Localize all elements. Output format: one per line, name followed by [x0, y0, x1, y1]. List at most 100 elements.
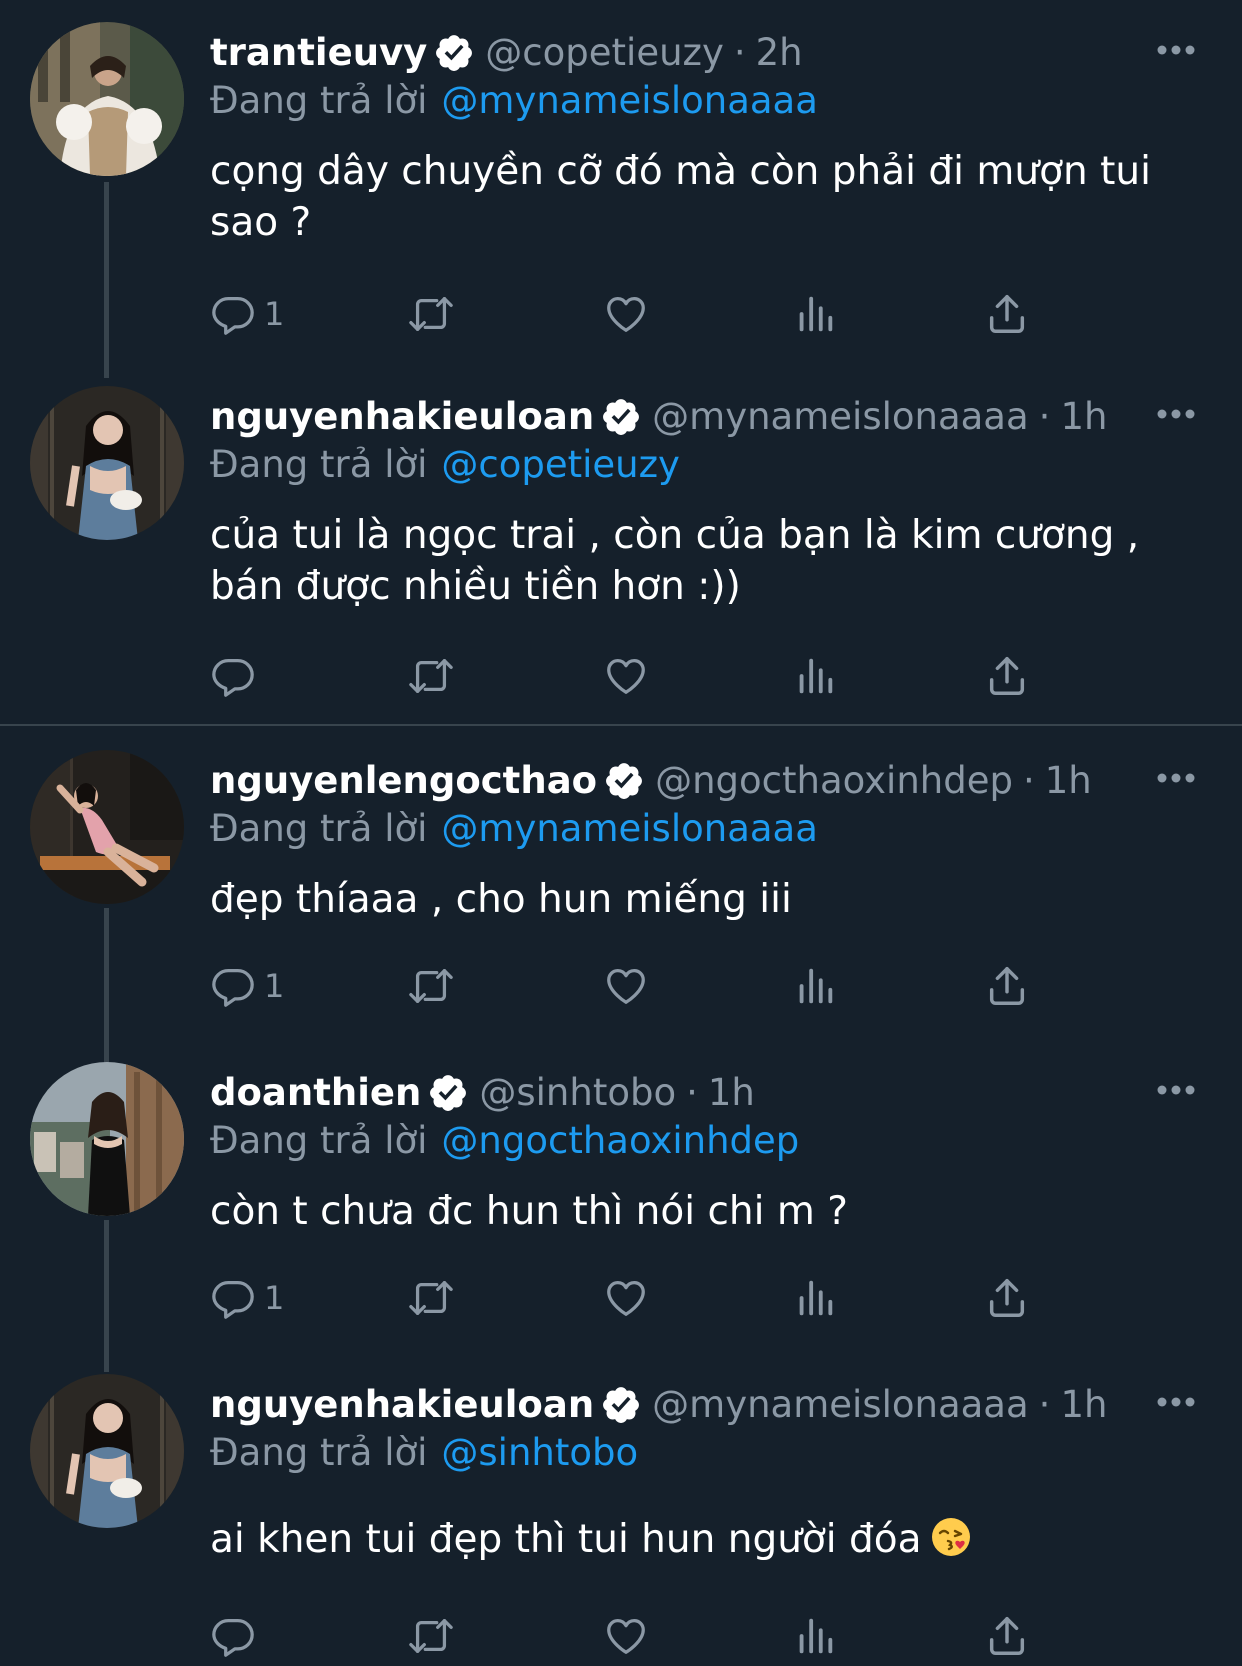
- share-button[interactable]: [984, 646, 1030, 706]
- mention-link[interactable]: @mynameislonaaaa: [441, 79, 818, 122]
- timestamp[interactable]: 1h: [1060, 1380, 1107, 1430]
- tweet[interactable]: nguyenlengocthao @ngocthaoxinhdep · 1h Đ…: [0, 728, 1242, 1038]
- avatar[interactable]: [30, 1374, 184, 1528]
- replying-to-label: Đang trả lời: [210, 807, 428, 850]
- display-name[interactable]: nguyenlengocthao: [210, 756, 597, 806]
- timestamp[interactable]: 1h: [1045, 756, 1092, 806]
- retweet-button[interactable]: [406, 956, 456, 1016]
- timestamp[interactable]: 2h: [756, 28, 803, 78]
- timestamp[interactable]: 1h: [1060, 392, 1107, 442]
- action-bar: [210, 1606, 1110, 1666]
- views-button[interactable]: [792, 956, 838, 1016]
- avatar[interactable]: [30, 750, 184, 904]
- verified-icon: [427, 1072, 469, 1114]
- share-button[interactable]: [984, 284, 1030, 344]
- like-icon: [603, 963, 649, 1009]
- separator-dot: ·: [1022, 759, 1035, 802]
- share-icon: [984, 653, 1030, 699]
- views-button[interactable]: [792, 646, 838, 706]
- views-button[interactable]: [792, 284, 838, 344]
- share-button[interactable]: [984, 1606, 1030, 1666]
- kissing-face-emoji: [930, 1516, 972, 1558]
- replying-to-label: Đang trả lời: [210, 1119, 428, 1162]
- action-bar: [210, 646, 1110, 706]
- replying-to-label: Đang trả lời: [210, 1431, 428, 1474]
- handle[interactable]: @ngocthaoxinhdep: [655, 756, 1013, 806]
- tweet[interactable]: nguyenhakieuloan @mynameislonaaaa · 1h Đ…: [0, 364, 1242, 724]
- tweet-header: doanthien @sinhtobo · 1h: [210, 1068, 755, 1118]
- like-button[interactable]: [603, 956, 649, 1016]
- reply-icon: [210, 963, 256, 1009]
- display-name[interactable]: trantieuvy: [210, 28, 427, 78]
- avatar-photo: [30, 386, 184, 540]
- handle[interactable]: @mynameislonaaaa: [652, 392, 1029, 442]
- retweet-button[interactable]: [406, 1606, 456, 1666]
- share-button[interactable]: [984, 1268, 1030, 1328]
- like-button[interactable]: [603, 646, 649, 706]
- retweet-icon: [406, 1275, 456, 1321]
- more-icon[interactable]: [1156, 1396, 1196, 1408]
- mention-link[interactable]: @ngocthaoxinhdep: [441, 1119, 799, 1162]
- reply-button[interactable]: 1: [210, 1268, 284, 1328]
- avatar-photo: [30, 750, 184, 904]
- tweet-text-wrap: ai khen tui đẹp thì tui hun người đóa: [210, 1514, 1170, 1565]
- tweet[interactable]: doanthien @sinhtobo · 1h Đang trả lời @ng…: [0, 1040, 1242, 1362]
- reply-icon: [210, 653, 256, 699]
- views-icon: [792, 1613, 838, 1659]
- avatar-photo: [30, 22, 184, 176]
- verified-icon: [603, 760, 645, 802]
- mention-link[interactable]: @sinhtobo: [441, 1431, 638, 1474]
- like-button[interactable]: [603, 284, 649, 344]
- like-icon: [603, 1275, 649, 1321]
- share-icon: [984, 963, 1030, 1009]
- tweet-text: ai khen tui đẹp thì tui hun người đóa: [210, 1517, 922, 1562]
- share-button[interactable]: [984, 956, 1030, 1016]
- views-button[interactable]: [792, 1606, 838, 1666]
- mention-link[interactable]: @mynameislonaaaa: [441, 807, 818, 850]
- display-name[interactable]: nguyenhakieuloan: [210, 1380, 594, 1430]
- reply-button[interactable]: 1: [210, 956, 284, 1016]
- retweet-button[interactable]: [406, 646, 456, 706]
- tweet[interactable]: trantieuvy @copetieuzy · 2h Đang trả lời…: [0, 0, 1242, 362]
- mention-link[interactable]: @copetieuzy: [441, 443, 680, 486]
- share-icon: [984, 291, 1030, 337]
- retweet-button[interactable]: [406, 284, 456, 344]
- tweet[interactable]: nguyenhakieuloan @mynameislonaaaa · 1h Đ…: [0, 1352, 1242, 1657]
- display-name[interactable]: doanthien: [210, 1068, 421, 1118]
- more-icon[interactable]: [1156, 772, 1196, 784]
- handle[interactable]: @copetieuzy: [485, 28, 724, 78]
- avatar[interactable]: [30, 386, 184, 540]
- retweet-icon: [406, 653, 456, 699]
- views-icon: [792, 1275, 838, 1321]
- replying-to-label: Đang trả lời: [210, 79, 428, 122]
- reply-button[interactable]: [210, 646, 264, 706]
- like-icon: [603, 653, 649, 699]
- tweet-text: còn t chưa đc hun thì nói chi m ?: [210, 1189, 848, 1234]
- handle[interactable]: @sinhtobo: [479, 1068, 676, 1118]
- more-icon[interactable]: [1156, 44, 1196, 56]
- like-icon: [603, 1613, 649, 1659]
- handle[interactable]: @mynameislonaaaa: [652, 1380, 1029, 1430]
- reply-icon: [210, 1275, 256, 1321]
- display-name[interactable]: nguyenhakieuloan: [210, 392, 594, 442]
- verified-icon: [433, 32, 475, 74]
- replying-to: Đang trả lời @mynameislonaaaa: [210, 804, 818, 854]
- like-button[interactable]: [603, 1606, 649, 1666]
- reply-button[interactable]: 1: [210, 284, 284, 344]
- timestamp[interactable]: 1h: [708, 1068, 755, 1118]
- action-bar: 1: [210, 956, 1110, 1016]
- retweet-button[interactable]: [406, 1268, 456, 1328]
- views-button[interactable]: [792, 1268, 838, 1328]
- reply-button[interactable]: [210, 1606, 264, 1666]
- tweet-header: nguyenhakieuloan @mynameislonaaaa · 1h: [210, 392, 1107, 442]
- more-icon[interactable]: [1156, 1084, 1196, 1096]
- verified-icon: [600, 1384, 642, 1426]
- like-button[interactable]: [603, 1268, 649, 1328]
- views-icon: [792, 291, 838, 337]
- views-icon: [792, 963, 838, 1009]
- reply-count: 1: [264, 295, 285, 333]
- avatar[interactable]: [30, 1062, 184, 1216]
- retweet-icon: [406, 1613, 456, 1659]
- more-icon[interactable]: [1156, 408, 1196, 420]
- avatar[interactable]: [30, 22, 184, 176]
